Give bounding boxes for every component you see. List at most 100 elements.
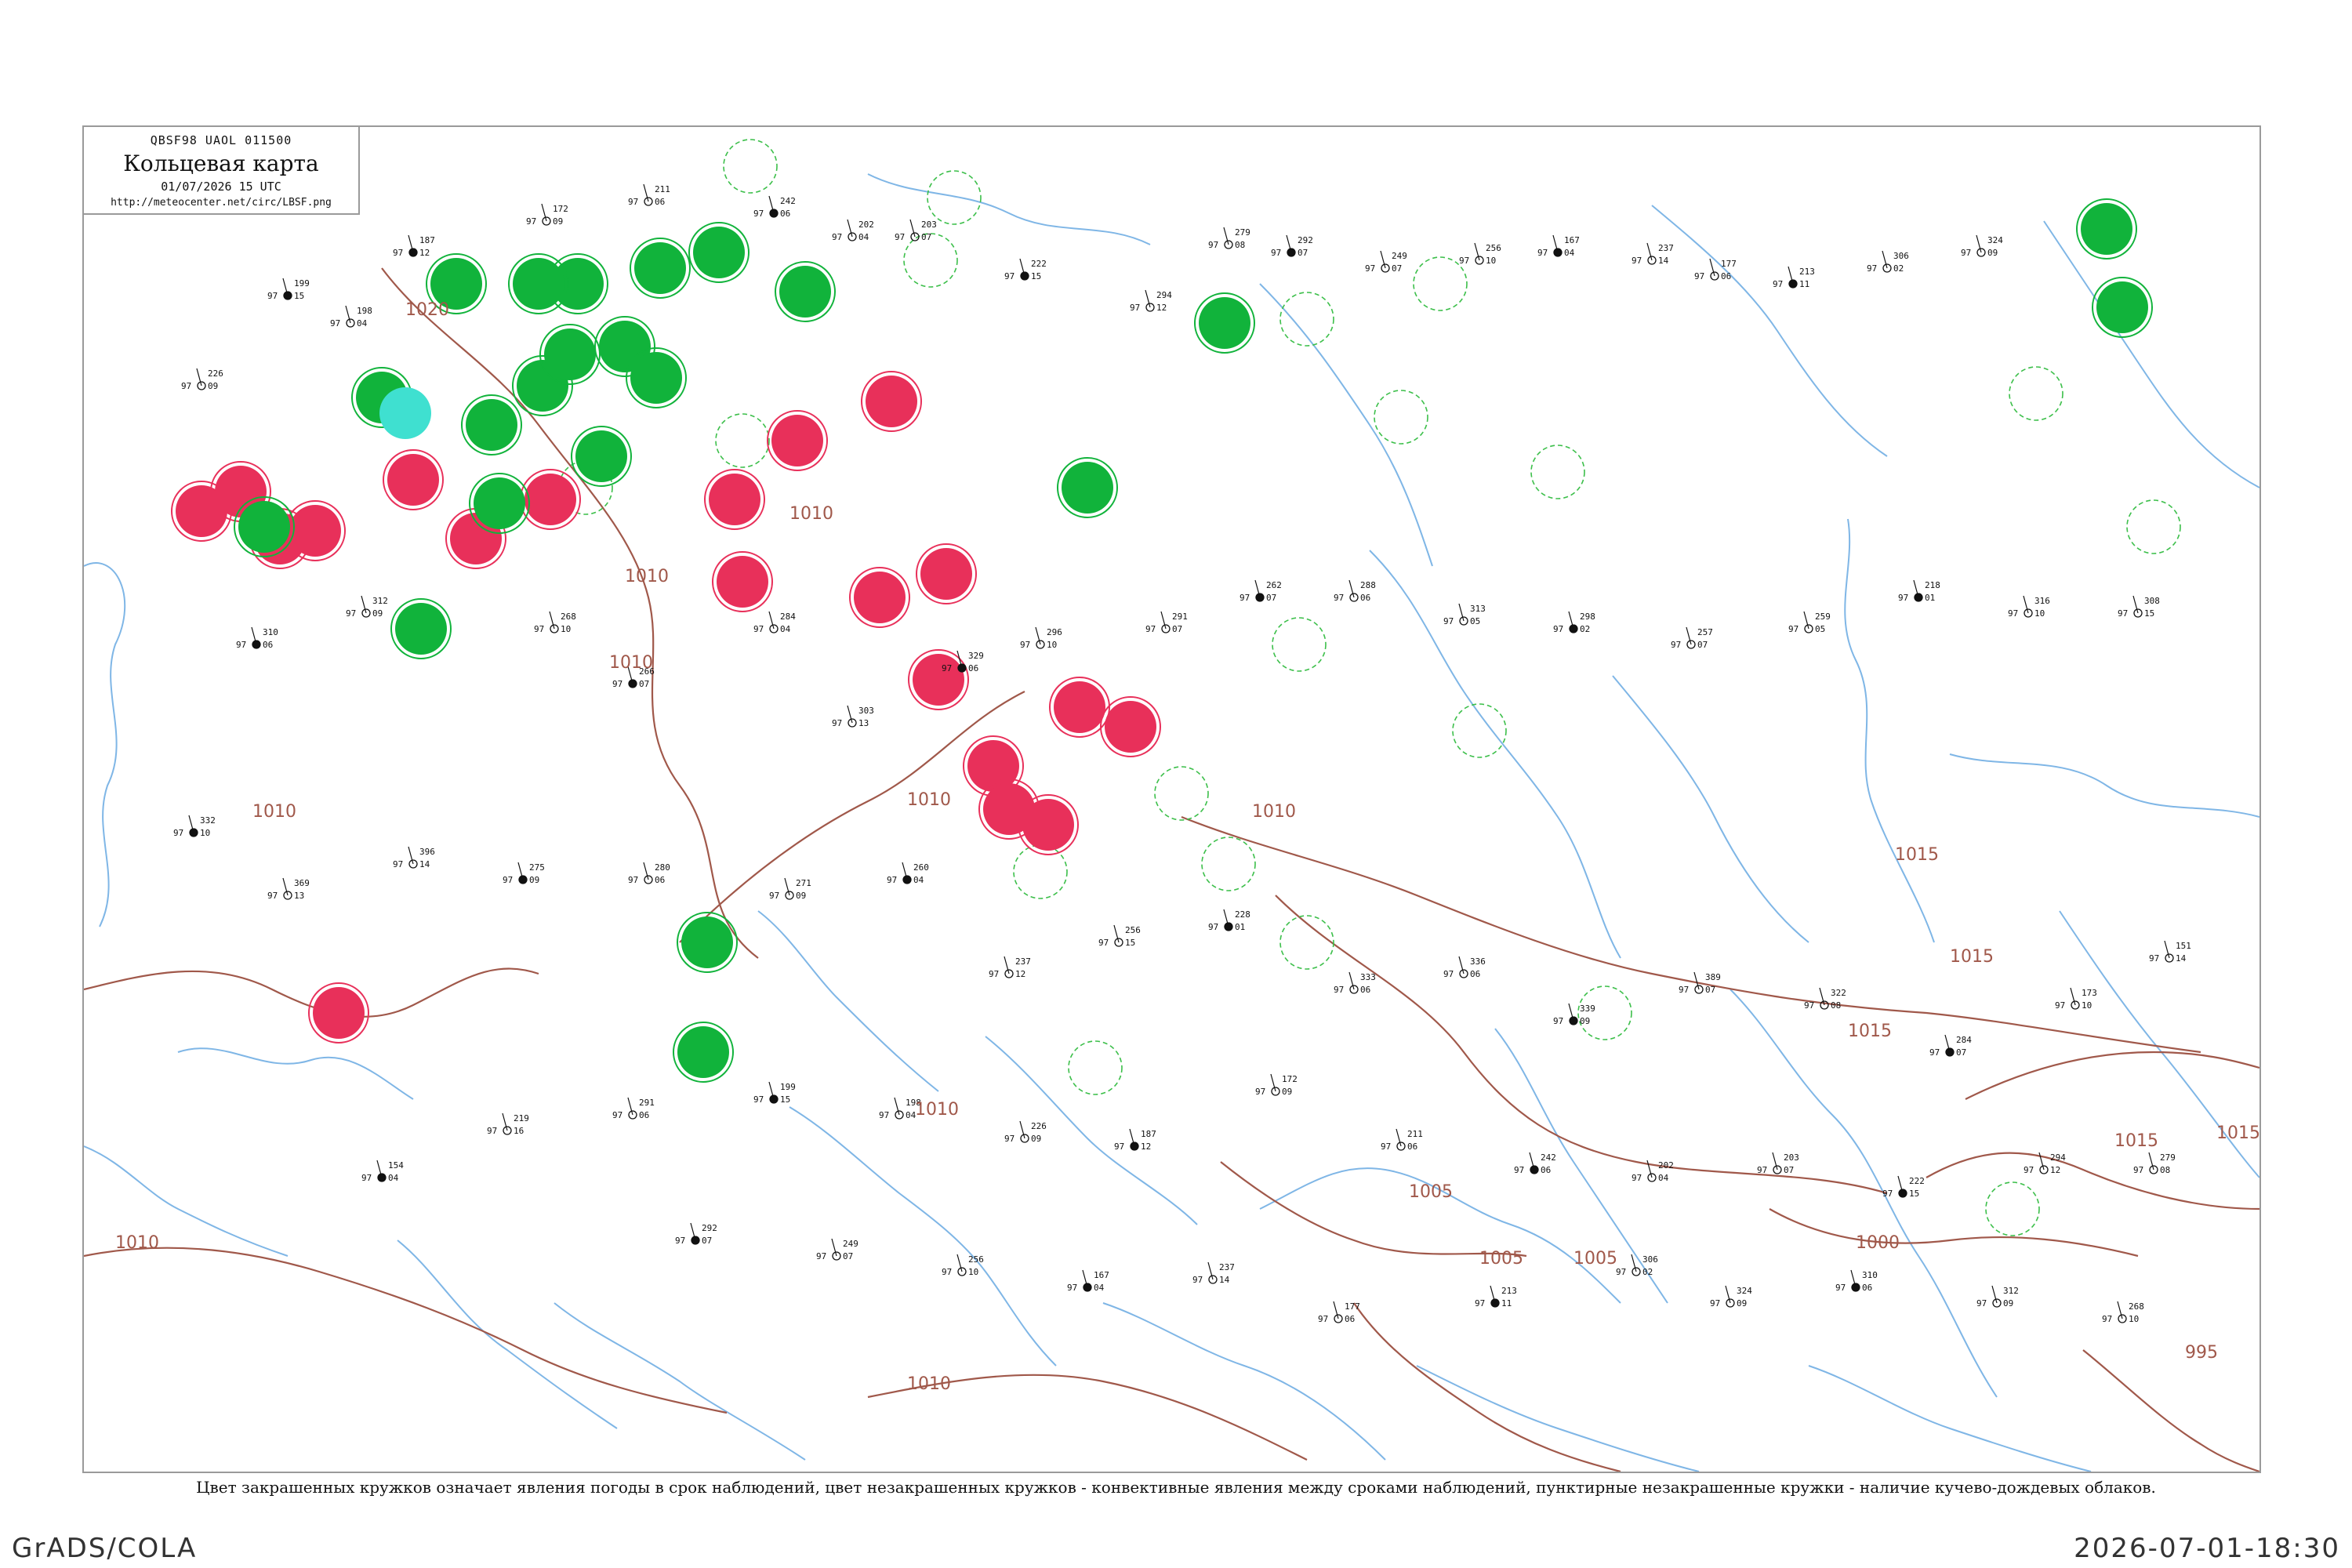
station-plot: 151 97 14 xyxy=(2149,940,2191,964)
station-tendency: 15 xyxy=(780,1094,790,1105)
station-tendency: 09 xyxy=(2003,1298,2013,1308)
station-pressure: 303 xyxy=(858,706,874,716)
station-tendency: 13 xyxy=(858,718,869,728)
station-tendency: 07 xyxy=(1956,1047,1966,1058)
station-pressure: 167 xyxy=(1094,1270,1109,1280)
station-plot: 226 97 09 xyxy=(1004,1120,1047,1144)
station-temp: 97 xyxy=(2118,608,2128,619)
cb-cloud-dashed-circle xyxy=(1374,390,1428,445)
station-tendency: 09 xyxy=(796,891,806,901)
station-plot: 296 97 10 xyxy=(1020,626,1062,650)
rain-filled-circle xyxy=(544,328,596,380)
station-temp: 97 xyxy=(1208,922,1218,932)
station-pressure: 211 xyxy=(655,184,670,194)
station-tendency: 14 xyxy=(419,859,430,869)
station-plot: 211 97 06 xyxy=(1381,1128,1423,1152)
station-plot: 203 97 07 xyxy=(895,219,937,242)
rain-filled-circle xyxy=(2081,203,2132,255)
station-temp: 97 xyxy=(2024,1165,2034,1175)
station-tendency: 04 xyxy=(1564,248,1575,258)
station-tendency: 06 xyxy=(1345,1314,1355,1324)
station-temp: 97 xyxy=(753,1094,764,1105)
weather-marker-layer xyxy=(171,139,2181,1236)
station-plot: 280 97 06 xyxy=(628,862,670,885)
station-temp: 97 xyxy=(1537,248,1548,258)
thunderstorm-filled-circle xyxy=(771,415,823,466)
station-temp: 97 xyxy=(628,875,638,885)
station-pressure: 288 xyxy=(1360,580,1376,590)
station-pressure: 312 xyxy=(372,596,388,606)
station-pressure: 306 xyxy=(1642,1254,1658,1265)
station-plot: 262 97 07 xyxy=(1240,579,1282,603)
shower-filled-circle xyxy=(379,387,431,439)
station-tendency: 09 xyxy=(1282,1087,1292,1097)
station-pressure: 310 xyxy=(263,627,278,637)
station-plot: 294 97 12 xyxy=(1130,289,1172,313)
isobar-label: 1015 xyxy=(1950,947,1994,967)
station-pressure: 260 xyxy=(913,862,929,873)
rain-filled-circle xyxy=(634,242,686,294)
rain-filled-circle xyxy=(1062,462,1113,514)
station-temp: 97 xyxy=(346,608,356,619)
station-temp: 97 xyxy=(1365,263,1375,274)
station-tendency: 06 xyxy=(655,875,665,885)
station-tendency: 07 xyxy=(1172,624,1182,634)
station-pressure: 177 xyxy=(1345,1301,1360,1312)
station-tendency: 12 xyxy=(1141,1142,1151,1152)
station-temp: 97 xyxy=(2055,1000,2065,1011)
station-plot: 211 97 06 xyxy=(628,183,670,207)
station-pressure: 242 xyxy=(780,196,796,206)
station-temp: 97 xyxy=(1381,1142,1391,1152)
station-tendency: 09 xyxy=(529,875,539,885)
station-plot: 339 97 09 xyxy=(1553,1003,1595,1026)
rain-filled-circle xyxy=(2096,281,2148,333)
station-temp: 97 xyxy=(503,875,513,885)
station-pressure: 218 xyxy=(1925,580,1940,590)
station-pressure: 256 xyxy=(1125,925,1141,935)
rain-filled-circle xyxy=(474,477,525,529)
station-tendency: 10 xyxy=(561,624,571,634)
isobar-label: 1010 xyxy=(625,567,669,586)
station-pressure: 226 xyxy=(1031,1121,1047,1131)
station-pressure: 199 xyxy=(780,1082,796,1092)
rain-filled-circle xyxy=(395,603,447,655)
station-plot: 306 97 02 xyxy=(1867,250,1909,274)
station-tendency: 09 xyxy=(1987,248,1998,258)
thunderstorm-filled-circle xyxy=(717,556,768,608)
station-plot: 154 97 04 xyxy=(361,1160,404,1183)
station-temp: 97 xyxy=(1804,1000,1814,1011)
station-plot: 284 97 07 xyxy=(1929,1034,1972,1058)
map-frame: 199 97 15 198 97 04 226 97 09 187 97 12 172 97 09 211 97… xyxy=(82,125,2261,1473)
station-tendency: 09 xyxy=(1031,1134,1041,1144)
station-tendency: 05 xyxy=(1815,624,1825,634)
station-temp: 97 xyxy=(1867,263,1877,274)
station-pressure: 284 xyxy=(780,612,796,622)
isobar-label: 1010 xyxy=(915,1100,959,1120)
station-pressure: 151 xyxy=(2176,941,2191,951)
station-pressure: 172 xyxy=(1282,1074,1298,1084)
station-pressure: 237 xyxy=(1219,1262,1235,1272)
station-tendency: 14 xyxy=(2176,953,2187,964)
cb-cloud-dashed-circle xyxy=(1985,1181,2040,1236)
station-plot: 260 97 04 xyxy=(887,862,929,885)
station-plot: 249 97 07 xyxy=(1365,250,1407,274)
station-temp: 97 xyxy=(1240,593,1250,603)
station-temp: 97 xyxy=(1334,985,1344,995)
station-temp: 97 xyxy=(1671,640,1681,650)
isobar-label: 1015 xyxy=(2114,1131,2158,1151)
station-plot: 256 97 10 xyxy=(942,1254,984,1277)
station-tendency: 11 xyxy=(1799,279,1809,289)
station-tendency: 09 xyxy=(372,608,383,619)
station-temp: 97 xyxy=(612,679,622,689)
station-pressure: 202 xyxy=(1658,1160,1674,1171)
isobar-label: 1020 xyxy=(405,300,449,320)
station-plot: 167 97 04 xyxy=(1067,1269,1109,1293)
station-plot: 242 97 06 xyxy=(753,195,796,219)
station-tendency: 15 xyxy=(2144,608,2154,619)
station-pressure: 268 xyxy=(561,612,576,622)
legend-note: Цвет закрашенных кружков означает явлени… xyxy=(196,1478,2156,1497)
station-temp: 97 xyxy=(1020,640,1030,650)
station-tendency: 10 xyxy=(2034,608,2045,619)
station-tendency: 01 xyxy=(1235,922,1245,932)
station-temp: 97 xyxy=(816,1251,826,1261)
